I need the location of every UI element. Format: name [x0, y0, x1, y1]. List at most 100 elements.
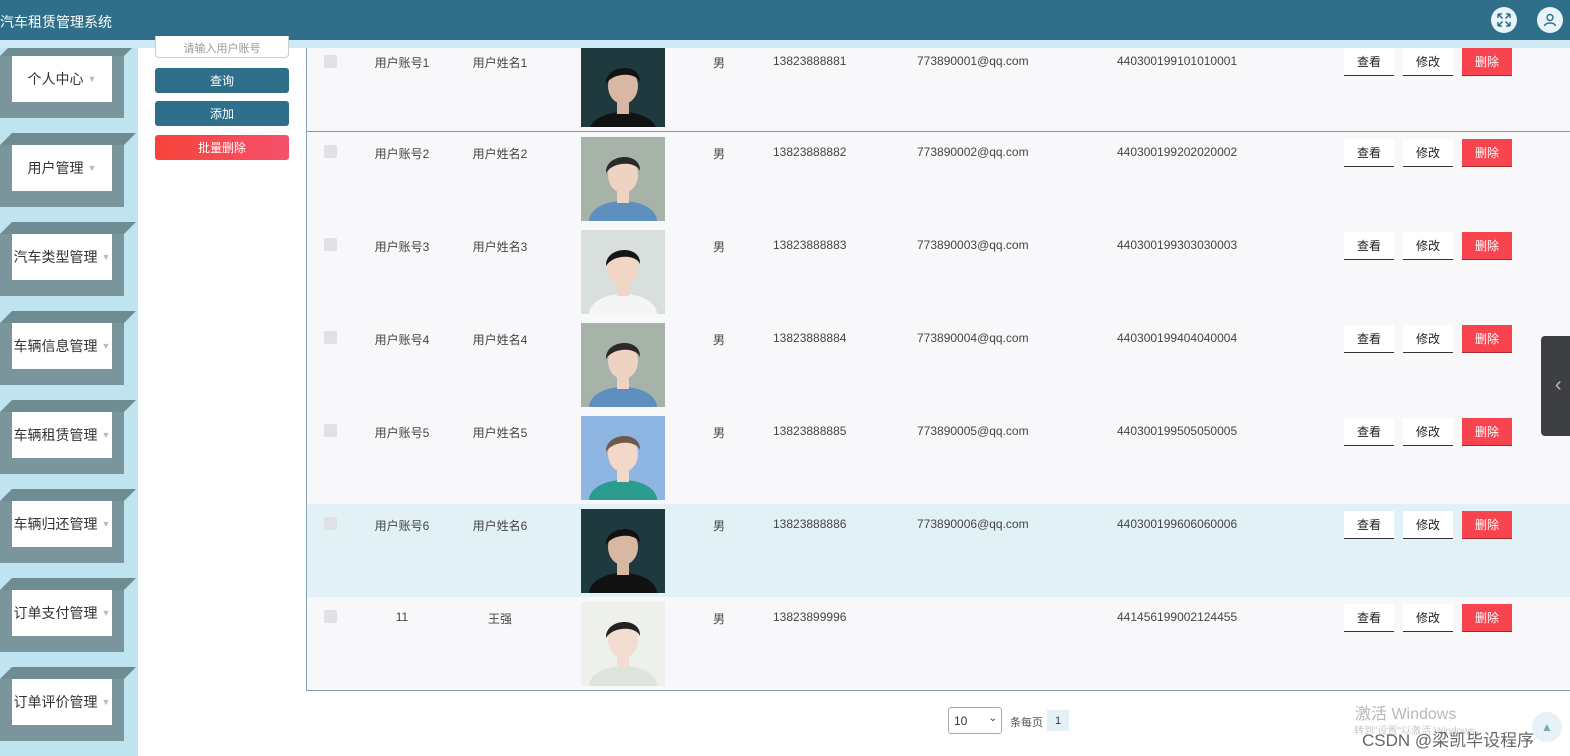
delete-button[interactable]: 删除 — [1462, 325, 1512, 353]
cell-phone: 13823888881 — [773, 54, 847, 68]
edit-button[interactable]: 修改 — [1403, 325, 1453, 353]
search-input[interactable]: 请输入用户账号 — [155, 36, 289, 58]
row-checkbox[interactable] — [324, 424, 337, 437]
drawer-handle[interactable]: ‹ — [1541, 336, 1570, 436]
edit-button[interactable]: 修改 — [1403, 232, 1453, 260]
cell-email: 773890006@qq.com — [917, 517, 1029, 531]
cell-account: 用户账号1 — [374, 56, 430, 70]
sidebar-item-button[interactable]: 订单支付管理 ▼ — [12, 590, 112, 636]
sidebar-item-label: 汽车类型管理 — [13, 249, 98, 265]
sidebar-item-button[interactable]: 车辆归还管理 ▼ — [12, 501, 112, 547]
page-number-current[interactable]: 1 — [1047, 710, 1069, 731]
caret-down-icon: ▼ — [101, 608, 111, 618]
sidebar-item-label: 车辆归还管理 — [13, 516, 98, 532]
delete-button[interactable]: 删除 — [1462, 48, 1512, 76]
cell-sex: 男 — [713, 519, 726, 533]
sidebar-item-label: 订单支付管理 — [13, 605, 98, 621]
cell-sex: 男 — [713, 612, 726, 626]
sidebar-item[interactable]: 订单支付管理 ▼ — [0, 578, 136, 667]
sidebar-item[interactable]: 个人中心 ▼ — [0, 48, 136, 133]
cell-phone: 13823888885 — [773, 424, 847, 438]
delete-button[interactable]: 删除 — [1462, 232, 1512, 260]
sidebar-item-button[interactable]: 个人中心 ▼ — [12, 56, 112, 102]
cell-name: 王强 — [487, 612, 512, 626]
cell-sex: 男 — [713, 240, 726, 254]
user-icon[interactable] — [1537, 7, 1563, 33]
cell-name: 用户姓名1 — [472, 56, 528, 70]
avatar — [581, 137, 665, 221]
caret-down-icon: ▼ — [101, 519, 111, 529]
sidebar-item[interactable]: 车辆归还管理 ▼ — [0, 489, 136, 578]
row-checkbox[interactable] — [324, 238, 337, 251]
avatar — [581, 48, 665, 127]
sidebar-item[interactable]: 车辆租赁管理 ▼ — [0, 400, 136, 489]
row-checkbox[interactable] — [324, 610, 337, 623]
view-button[interactable]: 查看 — [1344, 232, 1394, 260]
view-button[interactable]: 查看 — [1344, 139, 1394, 167]
expand-icon[interactable] — [1491, 7, 1517, 33]
sidebar-item-label: 车辆信息管理 — [13, 338, 98, 354]
edit-button[interactable]: 修改 — [1403, 48, 1453, 76]
windows-activation-watermark: 激活 Windows — [1355, 706, 1457, 723]
caret-down-icon: ▼ — [87, 74, 97, 84]
chevron-down-icon: ⌄ — [988, 713, 997, 724]
view-button[interactable]: 查看 — [1344, 604, 1394, 632]
row-checkbox[interactable] — [324, 331, 337, 344]
cell-name: 用户姓名4 — [472, 333, 528, 347]
sidebar-item-label: 车辆租赁管理 — [13, 427, 98, 443]
table-row: 11 王强 男 13823899996 441456199002124455 查看 修改 删除 — [307, 597, 1570, 691]
sidebar: 个人中心 ▼ 用户管理 ▼ 汽车类型管理 ▼ 车辆信息管理 ▼ 车辆租赁管理 ▼ 车辆归还管理 ▼ 订单… — [0, 48, 138, 756]
cell-id-number: 440300199101010001 — [1117, 54, 1238, 68]
cell-id-number: 440300199505050005 — [1117, 424, 1238, 438]
view-button[interactable]: 查看 — [1344, 511, 1394, 539]
menu-bevel — [0, 311, 136, 323]
menu-bevel — [0, 48, 136, 56]
view-button[interactable]: 查看 — [1344, 325, 1394, 353]
caret-down-icon: ▼ — [87, 163, 97, 173]
sidebar-item[interactable]: 用户管理 ▼ — [0, 133, 136, 222]
view-button[interactable]: 查看 — [1344, 418, 1394, 446]
menu-bevel — [0, 222, 136, 234]
cell-account: 用户账号2 — [374, 147, 430, 161]
delete-button[interactable]: 删除 — [1462, 604, 1512, 632]
sidebar-item[interactable]: 车辆信息管理 ▼ — [0, 311, 136, 400]
edit-button[interactable]: 修改 — [1403, 139, 1453, 167]
cell-name: 用户姓名5 — [472, 426, 528, 440]
sidebar-item-button[interactable]: 订单评价管理 ▼ — [12, 679, 112, 725]
menu-bevel — [0, 489, 136, 501]
delete-button[interactable]: 删除 — [1462, 418, 1512, 446]
sidebar-item-button[interactable]: 用户管理 ▼ — [12, 145, 112, 191]
sidebar-item[interactable]: 汽车类型管理 ▼ — [0, 222, 136, 311]
cell-sex: 男 — [713, 333, 726, 347]
csdn-watermark: CSDN @梁凯毕设程序 — [1362, 731, 1535, 750]
back-to-top-icon[interactable]: ▲ — [1532, 712, 1562, 742]
cell-account: 11 — [395, 610, 409, 624]
row-checkbox[interactable] — [324, 55, 337, 68]
edit-button[interactable]: 修改 — [1403, 511, 1453, 539]
cell-phone: 13823888884 — [773, 331, 847, 345]
query-button[interactable]: 查询 — [155, 68, 289, 93]
avatar — [581, 323, 665, 407]
sidebar-item-label: 用户管理 — [27, 160, 84, 176]
row-checkbox[interactable] — [324, 517, 337, 530]
view-button[interactable]: 查看 — [1344, 48, 1394, 76]
sidebar-item-button[interactable]: 车辆租赁管理 ▼ — [12, 412, 112, 458]
sidebar-item[interactable]: 订单评价管理 ▼ — [0, 667, 136, 756]
sidebar-item-button[interactable]: 车辆信息管理 ▼ — [12, 323, 112, 369]
delete-button[interactable]: 删除 — [1462, 139, 1512, 167]
delete-button[interactable]: 删除 — [1462, 511, 1512, 539]
edit-button[interactable]: 修改 — [1403, 418, 1453, 446]
table-row: 用户账号1 用户姓名1 男 13823888881 773890001@qq.com 44… — [307, 48, 1570, 132]
batch-delete-button[interactable]: 批量删除 — [155, 135, 289, 160]
edit-button[interactable]: 修改 — [1403, 604, 1453, 632]
row-checkbox[interactable] — [324, 145, 337, 158]
cell-name: 用户姓名6 — [472, 519, 528, 533]
menu-bevel — [0, 578, 136, 590]
page-size-select[interactable]: 10 ⌄ — [948, 707, 1002, 734]
sidebar-item-button[interactable]: 汽车类型管理 ▼ — [12, 234, 112, 280]
cell-email: 773890005@qq.com — [917, 424, 1029, 438]
user-table: 用户账号1 用户姓名1 男 13823888881 773890001@qq.com 44… — [306, 48, 1570, 691]
add-button[interactable]: 添加 — [155, 101, 289, 126]
cell-account: 用户账号6 — [374, 519, 430, 533]
cell-name: 用户姓名3 — [472, 240, 528, 254]
